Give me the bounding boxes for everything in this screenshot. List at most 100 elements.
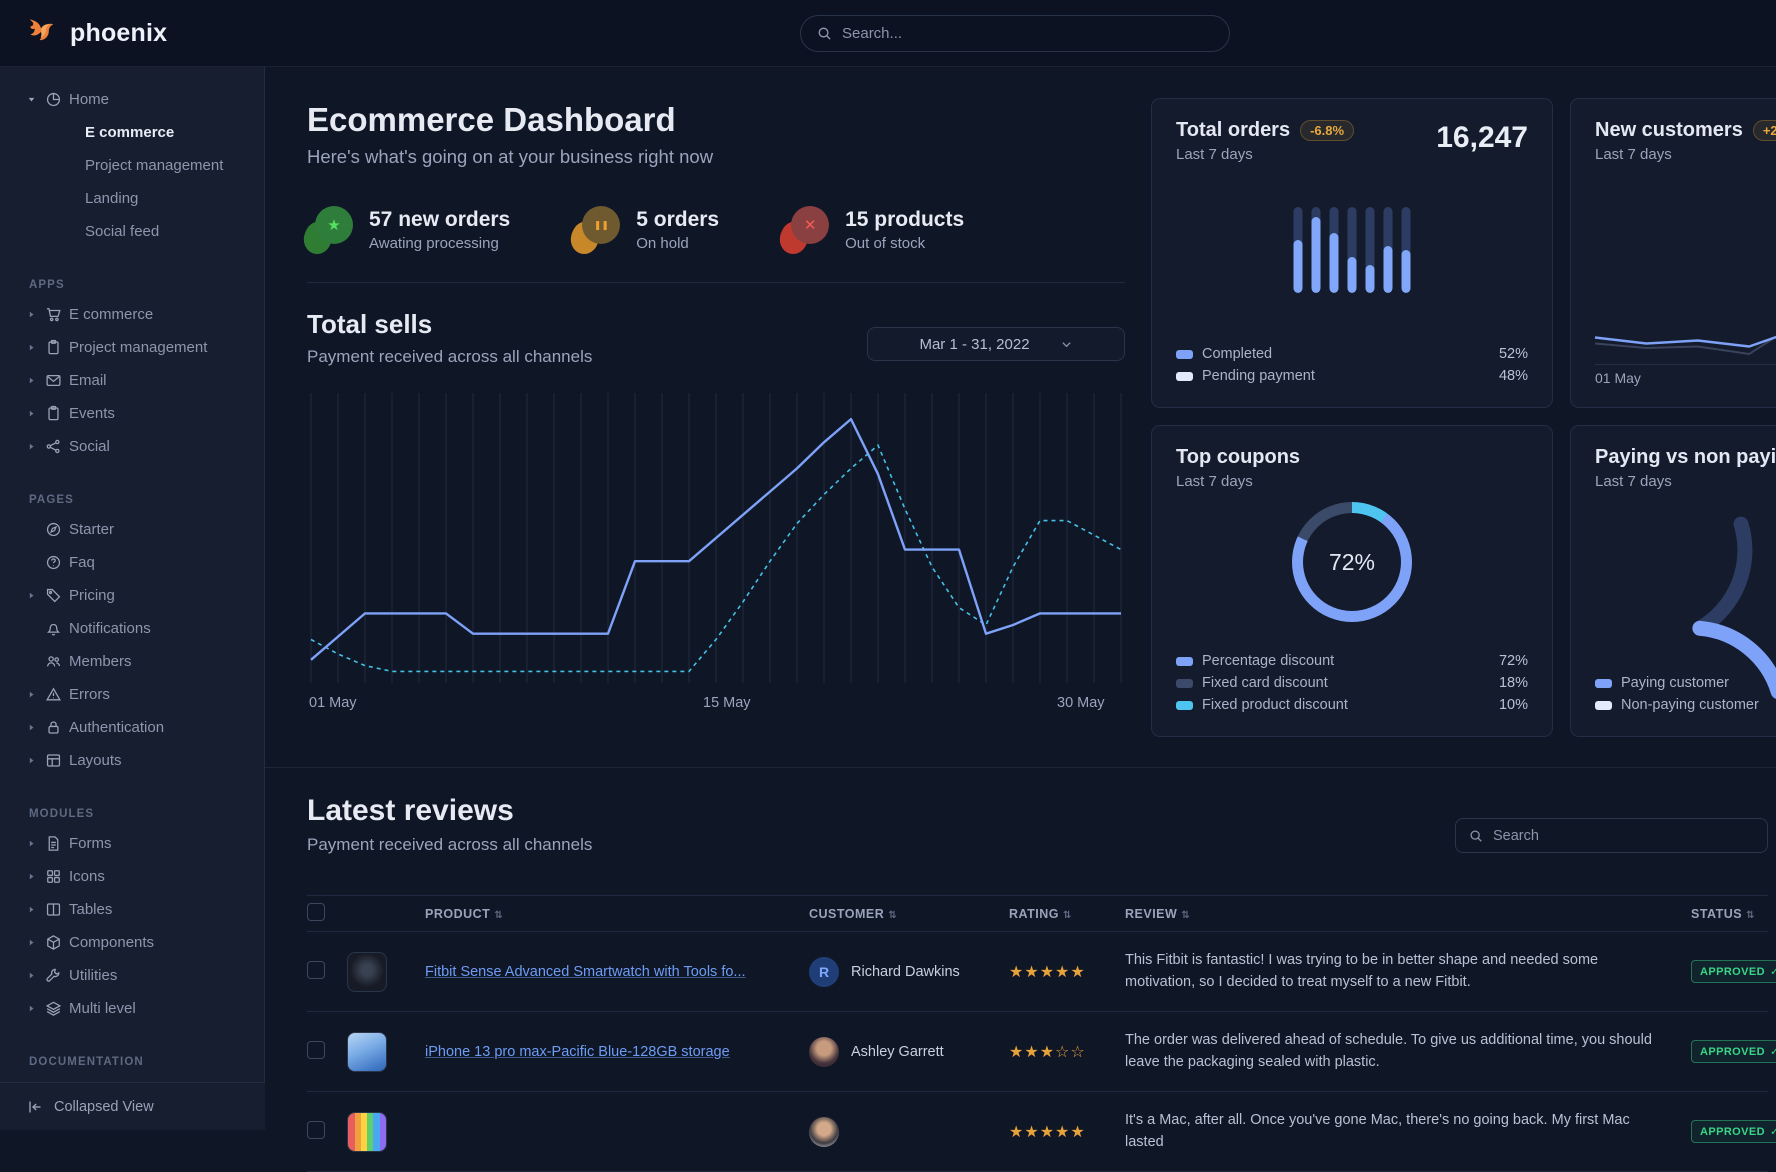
legend-label: Fixed card discount	[1202, 675, 1328, 691]
sidebar-item-label: Email	[69, 372, 107, 389]
question-icon	[45, 554, 62, 571]
row-checkbox[interactable]	[307, 1041, 325, 1059]
global-search[interactable]	[800, 15, 1230, 52]
legend-value: 18%	[1499, 675, 1528, 691]
sidebar-item-label: Pricing	[69, 587, 115, 604]
clipboard-icon	[45, 339, 62, 356]
sidebar-item-icons[interactable]: Icons	[0, 860, 264, 893]
clipboard-icon	[45, 405, 62, 422]
legend-swatch	[1176, 657, 1193, 666]
table-row: iPhone 13 pro max-Pacific Blue-128GB sto…	[307, 1012, 1768, 1092]
sidebar-nav: Home E commerce Project management Landing S…	[0, 83, 264, 1075]
sidebar-item-home[interactable]: Home	[0, 83, 264, 116]
sidebar-item-utilities[interactable]: Utilities	[0, 959, 264, 992]
sidebar-item-label: E commerce	[69, 306, 153, 323]
legend-label: Percentage discount	[1202, 653, 1334, 669]
card-title: New customers	[1595, 119, 1743, 142]
legend-value: 48%	[1499, 368, 1528, 384]
total-orders-value: 16,247	[1436, 121, 1528, 155]
sidebar-item-label: Social feed	[85, 223, 159, 240]
sidebar-item-label: Multi level	[69, 1000, 136, 1017]
sidebar-item-label: Errors	[69, 686, 110, 703]
sort-icon[interactable]: ⇅	[1746, 910, 1755, 921]
legend-label: Pending payment	[1202, 368, 1315, 384]
global-search-input[interactable]	[842, 25, 1213, 42]
product-link[interactable]: iPhone 13 pro max-Pacific Blue-128GB sto…	[425, 1044, 730, 1060]
sidebar-item-label: Project management	[85, 157, 223, 174]
sidebar-item-landing[interactable]: Landing	[0, 182, 264, 215]
legend-swatch	[1595, 679, 1612, 688]
caret-right-icon	[27, 723, 38, 732]
topbar: phoenix	[0, 0, 1776, 67]
product-link[interactable]: Fitbit Sense Advanced Smartwatch with To…	[425, 964, 746, 980]
caret-right-icon	[27, 690, 38, 699]
total-sells-title: Total sells	[307, 309, 592, 340]
sidebar-item-e-commerce[interactable]: E commerce	[0, 116, 264, 149]
date-range-value: Mar 1 - 31, 2022	[919, 336, 1029, 353]
sidebar-item-errors[interactable]: Errors	[0, 678, 264, 711]
sidebar-item-notifications[interactable]: Notifications	[0, 612, 264, 645]
column-header[interactable]: CUSTOMER	[809, 907, 884, 921]
file-icon	[45, 835, 62, 852]
reviews-search-input[interactable]	[1493, 828, 1754, 844]
status-badge: APPROVED✓	[1691, 960, 1776, 983]
envelope-icon	[45, 372, 62, 389]
column-header[interactable]: PRODUCT	[425, 907, 490, 921]
select-all-checkbox[interactable]	[307, 903, 325, 921]
collapsed-view-toggle[interactable]: Collapsed View	[0, 1082, 265, 1130]
sort-icon[interactable]: ⇅	[494, 910, 503, 921]
sidebar-item-label: E commerce	[85, 124, 174, 141]
column-header[interactable]: RATING	[1009, 907, 1059, 921]
sidebar-item-label: Utilities	[69, 967, 117, 984]
row-checkbox[interactable]	[307, 961, 325, 979]
column-header[interactable]: REVIEW	[1125, 907, 1177, 921]
sidebar-item-components[interactable]: Components	[0, 926, 264, 959]
column-header[interactable]: STATUS	[1691, 907, 1742, 921]
sidebar-item-social-feed[interactable]: Social feed	[0, 215, 264, 248]
sidebar-item-project-management[interactable]: Project management	[0, 331, 264, 364]
sidebar-item-layouts[interactable]: Layouts	[0, 744, 264, 777]
sidebar-item-social[interactable]: Social	[0, 430, 264, 463]
phoenix-logo[interactable]: phoenix	[27, 18, 167, 48]
card-total-orders: Total orders -6.8% Last 7 days 16,247 Co…	[1151, 98, 1553, 408]
sidebar-item-forms[interactable]: Forms	[0, 827, 264, 860]
legend-swatch	[1176, 701, 1193, 710]
sidebar-item-e-commerce[interactable]: E commerce	[0, 298, 264, 331]
customer-name: Ashley Garrett	[851, 1044, 944, 1060]
caret-right-icon	[27, 310, 38, 319]
reviews-table: PRODUCT ⇅ CUSTOMER ⇅ RATING ⇅ REVIEW ⇅ STATUS ⇅ F…	[307, 895, 1768, 1172]
legend-value: 10%	[1499, 697, 1528, 713]
layers-icon	[45, 1000, 62, 1017]
sort-icon[interactable]: ⇅	[1063, 910, 1072, 921]
donut-center-value: 72%	[1329, 549, 1375, 576]
sidebar: Home E commerce Project management Landing S…	[0, 67, 265, 1130]
legend-row: Fixed card discount 18%	[1176, 672, 1528, 694]
sidebar-item-tables[interactable]: Tables	[0, 893, 264, 926]
card-title: Total orders	[1176, 119, 1290, 142]
legend-row: Non-paying customer	[1595, 694, 1759, 716]
review-text: The order was delivered ahead of schedul…	[1125, 1030, 1691, 1074]
sidebar-item-project-management[interactable]: Project management	[0, 149, 264, 182]
sidebar-item-pricing[interactable]: Pricing	[0, 579, 264, 612]
sidebar-item-events[interactable]: Events	[0, 397, 264, 430]
stat-caption: On hold	[636, 235, 719, 252]
sidebar-item-multi-level[interactable]: Multi level	[0, 992, 264, 1025]
reviews-search[interactable]	[1455, 818, 1768, 853]
legend-value: 72%	[1499, 653, 1528, 669]
sidebar-item-members[interactable]: Members	[0, 645, 264, 678]
stacked-bar	[1348, 207, 1357, 293]
x-tick: 01 May	[309, 695, 357, 711]
pie-chart-icon	[45, 91, 62, 108]
sort-icon[interactable]: ⇅	[1181, 910, 1190, 921]
sidebar-item-email[interactable]: Email	[0, 364, 264, 397]
sort-icon[interactable]: ⇅	[888, 910, 897, 921]
latest-reviews-section: Latest reviews Payment received across a…	[265, 768, 1776, 1172]
coupons-donut-chart: 72%	[1292, 502, 1412, 622]
sidebar-item-authentication[interactable]: Authentication	[0, 711, 264, 744]
date-range-select[interactable]: Mar 1 - 31, 2022	[867, 327, 1125, 361]
sidebar-item-starter[interactable]: Starter	[0, 513, 264, 546]
legend-swatch	[1176, 350, 1193, 359]
sidebar-item-faq[interactable]: Faq	[0, 546, 264, 579]
sidebar-section-label: PAGES	[0, 487, 264, 513]
stacked-bar	[1330, 207, 1339, 293]
